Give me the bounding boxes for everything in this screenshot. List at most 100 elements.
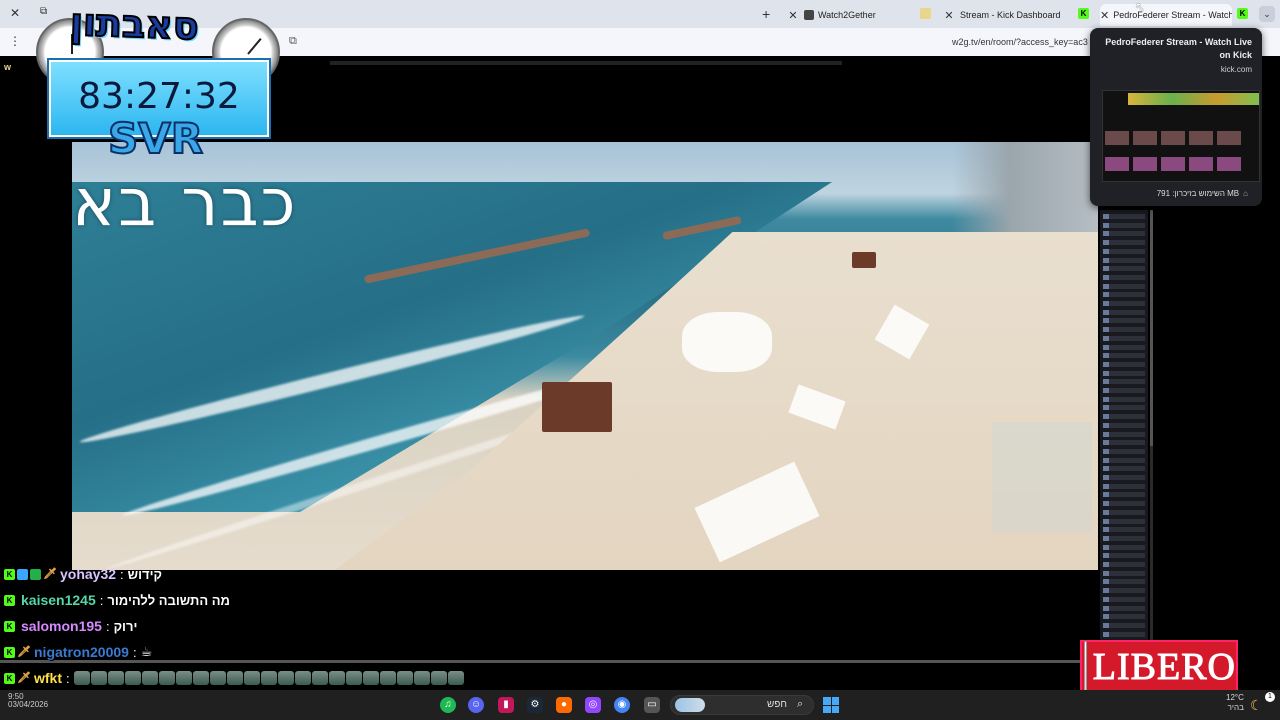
thumbnail-tile [1189,131,1213,145]
kick-favicon-icon: K [1237,8,1248,19]
emote-icon [430,671,447,685]
emote-icon [192,671,209,685]
emote-icon [345,671,362,685]
address-bar[interactable]: w2g.tv/en/room/?access_key=ac3 [952,37,1088,47]
sidebar-preview-row [1103,274,1145,280]
emote-icon [226,671,243,685]
emote-icon [396,671,413,685]
weather-temp: 12°C [1226,693,1244,702]
sidebar-preview-row [1103,588,1145,594]
sidebar-preview-row [1103,414,1145,420]
sidebar-preview-row [1103,544,1145,550]
lifeguard-tower [852,252,876,268]
thumbnail-tile [1133,157,1157,171]
hover-card-title: PedroFederer Stream - Watch Live on Kick [1105,37,1252,60]
tab-label: PedroFederer Stream - Watch L [1113,10,1232,20]
kick-sidebar-preview [1100,210,1148,646]
close-window-icon[interactable]: ✕ [10,6,20,20]
sidebar-preview-row [1103,222,1145,228]
menu-kebab-icon[interactable]: ⋮ [9,34,21,48]
emote-icon [260,671,277,685]
thumbnail-tile [1189,157,1213,171]
spotify-icon[interactable]: ♫ [440,697,456,713]
sword-badge-icon: 🗡 [43,567,57,580]
tab-watch2gether[interactable]: ✕ Watch2Gether [786,4,936,26]
emote-icon [158,671,175,685]
system-clock[interactable]: 9:50 03/04/2026 [8,693,48,709]
chat-username[interactable]: yohay32 [60,566,116,582]
sidebar-preview-row [1103,283,1145,289]
chat-text: מה התשובה ללהימור [107,592,230,608]
sidebar-preview-row [1103,535,1145,541]
chat-message: K 🗡 wfkt: [4,667,464,689]
emote-icon [379,671,396,685]
app-bookmark-icon[interactable]: ▮ [498,697,514,713]
new-tab-button[interactable]: + [762,6,770,22]
discord-icon[interactable]: ☺ [468,697,484,713]
emote-icon [277,671,294,685]
thumbnail-tile [1217,131,1241,145]
chat-username[interactable]: wfkt [34,670,62,686]
tab-close-icon[interactable]: ✕ [942,9,956,22]
sidebar-preview-row [1103,353,1145,359]
sidebar-preview-row [1103,596,1145,602]
sidebar-preview-row [1103,248,1145,254]
steam-icon[interactable]: ⚙ [527,697,543,713]
camera-app-icon[interactable]: ◎ [585,697,601,713]
tab-list-chevron-icon[interactable]: ⌄ [1259,6,1275,22]
clock-hand [247,38,262,55]
tab-close-icon[interactable]: ✕ [786,9,800,22]
thumbnail-tile [1161,157,1185,171]
emote-icon [73,671,90,685]
tab-kick-dashboard[interactable]: ✕ Stream - Kick Dashboard [942,4,1078,26]
tab-share-icon[interactable]: ⧉ [289,35,297,48]
sidebar-preview-row [1103,622,1145,628]
chat-username[interactable]: nigatron20009 [34,644,129,660]
windows-start-icon[interactable] [823,697,839,713]
sidebar-preview-row [1103,562,1145,567]
city-skyline [952,142,1098,242]
sidebar-preview-row [1103,466,1145,472]
sidebar-preview-row [1103,309,1145,315]
sidebar-preview-row [1103,257,1145,263]
file-explorer-icon[interactable]: ▭ [644,697,660,713]
sidebar-preview-row [1103,327,1145,333]
sidebar-preview-row [1103,231,1145,237]
obs-icon[interactable]: ● [556,697,572,713]
sidebar-preview-row [1103,379,1145,385]
chat-message: K 🗡 yohay32: קידוש [4,563,162,585]
sword-badge-icon: 🗡 [17,671,31,684]
tab-pedrofederer-stream[interactable]: ✕ PedroFederer Stream - Watch L [1100,4,1232,26]
thumbnail-tile [1217,157,1241,171]
sidebar-preview-row [1103,518,1145,524]
chrome-icon[interactable]: ◉ [614,697,630,713]
sidebar-preview-row [1103,614,1145,620]
subathon-logo: סאבתון [68,0,200,49]
sidebar-preview-row [1103,509,1145,515]
chat-text: קידוש [127,566,163,582]
thumbnail-tile [1133,131,1157,145]
weather-widget[interactable]: 12°C בהיר [1226,693,1244,713]
tab-close-icon[interactable]: ✕ [1100,9,1109,22]
chat-username[interactable]: salomon195 [21,618,102,634]
sidebar-preview-row [1103,631,1145,637]
sidebar-preview-row [1103,570,1145,576]
sidebar-preview-row [1103,396,1145,402]
hover-card-thumbnail [1102,90,1260,182]
scrollbar-thumb[interactable] [1150,210,1153,446]
sidebar-preview-row [1103,431,1145,437]
sidebar-preview-row [1103,240,1145,246]
kick-badge-icon: K [4,620,15,632]
tab-search-icon[interactable]: ⧉ [40,6,47,17]
chat-separator: : [105,618,110,634]
libero-brand: LIBERO [1092,646,1236,689]
hover-card-memory: השימוש בזיכרון: 791 MB ⌂ [1098,189,1248,198]
scrollbar[interactable] [1150,210,1153,650]
screen: ✕ ⧉ + ✕ Watch2Gether ✕ Stream - Kick Das… [0,0,1280,720]
notification-badge[interactable]: 1 [1265,692,1275,702]
sunbeds [992,422,1092,532]
sidebar-preview-row [1103,318,1145,324]
chat-username[interactable]: kaisen1245 [21,592,96,608]
taskbar-search-input[interactable]: חפש ⌕ [670,695,814,715]
chat-message: Ksalomon195: ירוק [4,615,137,637]
